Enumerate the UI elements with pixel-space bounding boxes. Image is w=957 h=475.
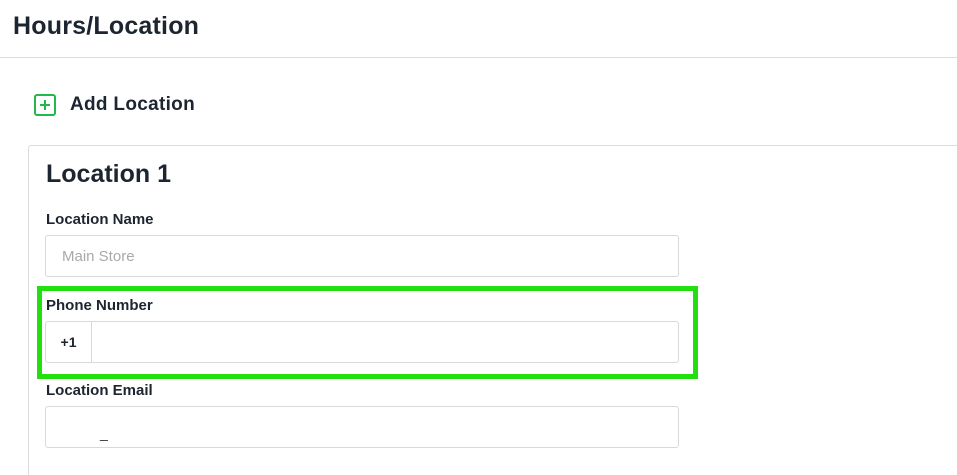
page-header: Hours/Location	[0, 0, 957, 58]
phone-number-label: Phone Number	[46, 297, 153, 314]
page-title: Hours/Location	[13, 12, 200, 40]
location-email-input[interactable]	[45, 406, 679, 448]
location-name-label: Location Name	[46, 211, 154, 228]
location-name-input[interactable]	[45, 235, 679, 277]
phone-number-input[interactable]	[92, 322, 678, 362]
email-input-value: _	[100, 425, 108, 441]
location-title: Location 1	[46, 160, 172, 188]
phone-number-field: +1	[45, 321, 679, 363]
add-location-button[interactable]: Add Location	[34, 94, 195, 116]
add-location-label: Add Location	[70, 94, 195, 115]
phone-country-code: +1	[46, 322, 92, 362]
location-email-label: Location Email	[46, 382, 153, 399]
plus-square-icon	[34, 94, 56, 116]
